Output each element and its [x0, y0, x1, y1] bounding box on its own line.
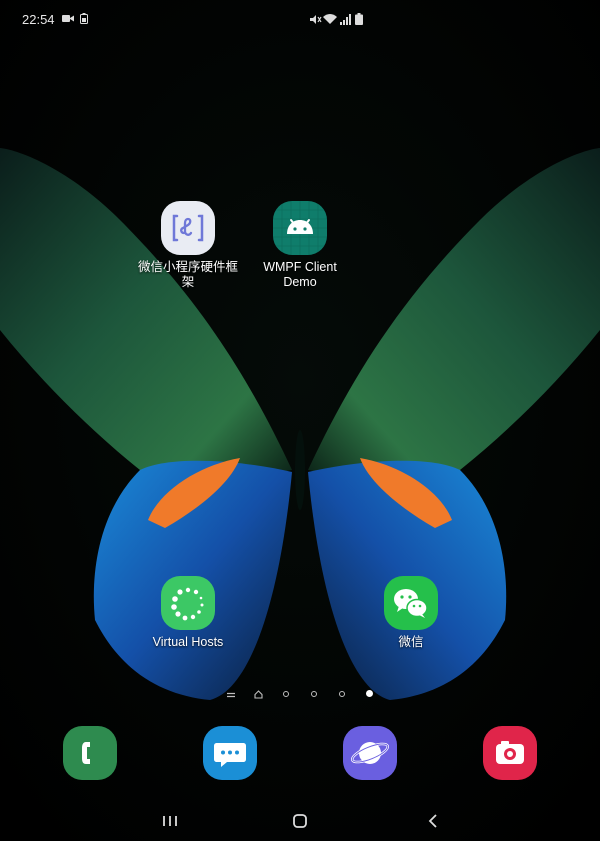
page-indicator[interactable]: [0, 689, 600, 701]
wechat-icon: [384, 576, 438, 630]
app-label: WMPF Client Demo: [263, 260, 337, 289]
camera-icon: [496, 741, 524, 764]
wifi-icon: [323, 14, 337, 24]
page-dot[interactable]: [339, 691, 345, 697]
app-wmpf-client-demo[interactable]: WMPF Client Demo: [245, 201, 355, 290]
app-label: 微信小程序硬件框架: [137, 260, 238, 289]
clock: 22:54: [22, 12, 55, 27]
battery-saver-icon: [80, 13, 88, 24]
app-mini-program-framework[interactable]: 微信小程序硬件框架: [133, 201, 243, 290]
app-label: 微信: [398, 635, 424, 649]
phone-icon: [82, 742, 90, 764]
status-bar: 22:54: [0, 0, 600, 40]
dock-camera[interactable]: [483, 726, 537, 780]
page-dot-active[interactable]: [366, 690, 373, 697]
app-label: Virtual Hosts: [152, 635, 224, 649]
page-dot[interactable]: [283, 691, 289, 697]
page-dot[interactable]: [311, 691, 317, 697]
messages-icon: [214, 743, 246, 767]
mini-program-icon: [161, 201, 215, 255]
internet-icon: [350, 742, 390, 764]
video-camera-icon: [62, 15, 74, 22]
app-wechat[interactable]: 微信: [356, 576, 466, 650]
recents-icon[interactable]: [155, 808, 185, 834]
wallpaper-butterfly: [0, 0, 600, 841]
dock-internet[interactable]: [343, 726, 397, 780]
dock-phone[interactable]: [63, 726, 117, 780]
dock-messages[interactable]: [203, 726, 257, 780]
battery-icon: [355, 13, 363, 25]
android-icon: [273, 201, 327, 255]
home-icon: [254, 690, 263, 699]
mute-icon: [310, 15, 322, 24]
virtual-hosts-icon: [161, 576, 215, 630]
app-virtual-hosts[interactable]: Virtual Hosts: [133, 576, 243, 650]
signal-icon: [340, 14, 351, 25]
menu-icon: [227, 692, 235, 698]
back-icon[interactable]: [418, 808, 448, 834]
home-icon[interactable]: [285, 808, 315, 834]
navigation-bar: [0, 800, 600, 841]
